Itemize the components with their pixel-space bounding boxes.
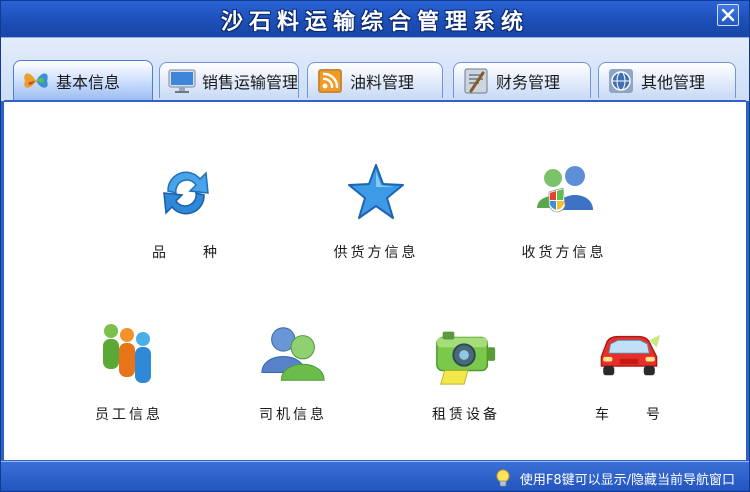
lightbulb-icon [494,468,512,488]
two-users-icon [258,320,328,390]
window-title: 沙石料运输综合管理系统 [220,10,529,35]
navigation-panel: 品 种 供货方信息 收货方信息 员工信息 司机信息 租赁设备 车 号 [4,100,746,460]
nav-item-label: 司机信息 [259,407,327,423]
close-icon [721,8,735,22]
butterfly-icon [20,66,52,96]
people-group-icon [94,320,164,390]
rss-icon [314,66,346,96]
nav-item-rental-equipment[interactable]: 租赁设备 [411,320,521,424]
tab-label: 销售运输管理 [201,72,298,92]
nav-item-vehicle-number[interactable]: 车 号 [574,320,684,424]
title-bar: 沙石料运输综合管理系统 [1,1,749,37]
star-icon [341,158,411,228]
main-window: 沙石料运输综合管理系统 基本信息 销售运输管理 油料管理 财务管理 其他管理 品… [0,0,750,492]
nav-item-label: 车 号 [595,407,663,423]
tab-fuel[interactable]: 油料管理 [307,62,443,98]
nav-item-label: 供货方信息 [333,245,419,261]
tab-label: 财务管理 [496,72,561,92]
nav-item-driver[interactable]: 司机信息 [238,320,348,424]
globe-icon [605,66,637,96]
status-bar: 使用F8键可以显示/隐藏当前导航窗口 [1,461,749,491]
nav-item-receiver[interactable]: 收货方信息 [509,158,619,262]
nav-item-supplier[interactable]: 供货方信息 [321,158,431,262]
nav-item-label: 租赁设备 [432,407,500,423]
tab-sales-transport[interactable]: 销售运输管理 [159,62,299,98]
monitor-icon [166,66,198,96]
nav-item-label: 员工信息 [95,407,163,423]
tab-label: 其他管理 [641,72,706,92]
users-shield-icon [529,158,599,228]
tab-label: 基本信息 [56,72,121,92]
status-hint-text: 使用F8键可以显示/隐藏当前导航窗口 [519,472,735,488]
tab-strip: 基本信息 销售运输管理 油料管理 财务管理 其他管理 [1,37,749,101]
nav-item-employee[interactable]: 员工信息 [74,320,184,424]
tab-other[interactable]: 其他管理 [598,62,736,98]
car-icon [594,320,664,390]
status-hint: 使用F8键可以显示/隐藏当前导航窗口 [494,468,735,488]
nav-item-variety[interactable]: 品 种 [131,158,241,262]
tab-basic-info[interactable]: 基本信息 [13,60,153,100]
nav-item-label: 品 种 [152,245,220,261]
camera-icon [431,320,501,390]
tab-finance[interactable]: 财务管理 [453,62,591,98]
document-icon [460,66,492,96]
tab-label: 油料管理 [350,72,415,92]
close-button[interactable] [717,4,739,26]
nav-item-label: 收货方信息 [521,245,607,261]
refresh-arrows-icon [151,158,221,228]
